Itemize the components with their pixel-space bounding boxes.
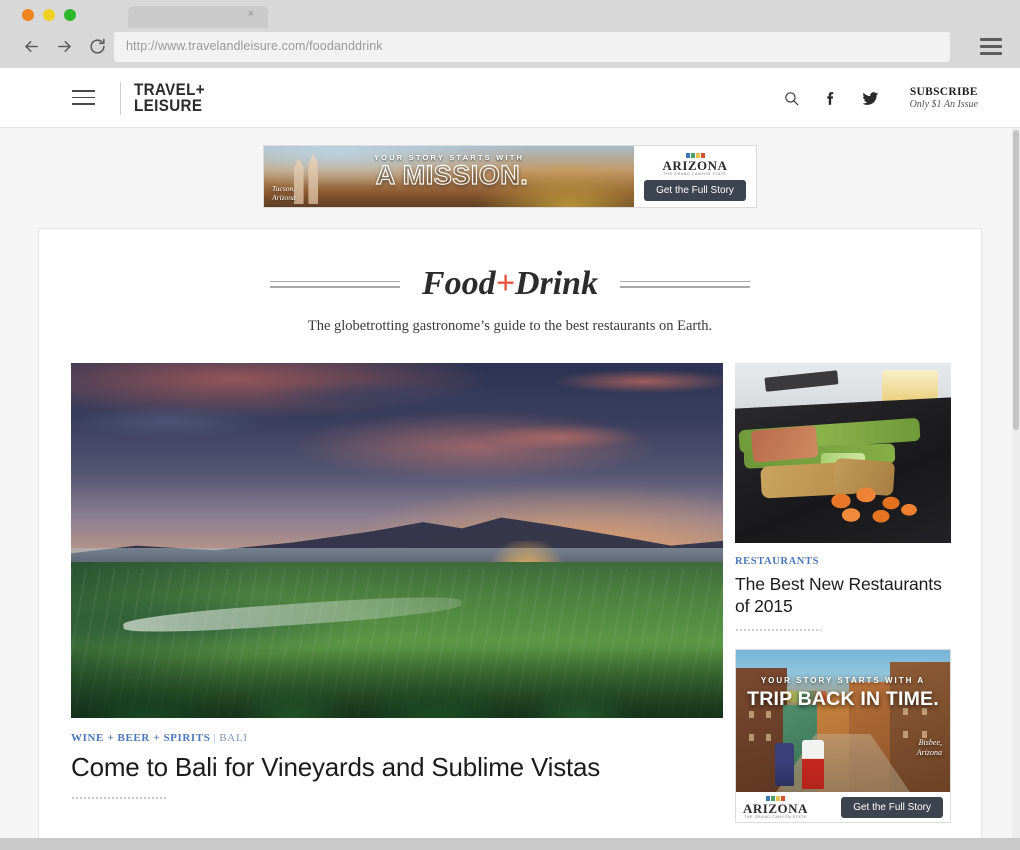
forward-arrow-icon[interactable] [55,37,74,56]
page-scrollbar[interactable] [1012,128,1020,850]
browser-tab[interactable]: × [128,6,268,28]
sidebar-arizona-wordmark: ARIZONA [743,800,808,816]
window-controls [22,9,76,21]
main-column: WINE + BEER + SPIRITS | BALI Come to Bali … [71,363,723,823]
page-title-plus: + [495,265,515,302]
ad-person-2 [802,739,824,789]
subscribe-title: SUBSCRIBE [909,86,978,98]
section-title-row: Food+Drink [39,265,981,303]
sidebar-ad-location-line-2: Arizona [916,748,942,758]
hero-clouds [71,363,723,548]
sidebar-ad-bar: ARIZONA THE GRAND CANYON STATE Get the F… [736,792,950,823]
rule-right [620,280,751,288]
arizona-logo: ARIZONA THE GRAND CANYON STATE [662,152,728,176]
featured-story-image[interactable] [71,363,723,718]
featured-kicker-separator: | [213,732,217,744]
rule-left [269,280,400,288]
leaderboard-ad[interactable]: YOUR STORY STARTS WITH A MISSION. Tucson… [263,145,757,208]
ad-location-line-2: Arizona [272,193,296,202]
sidebar-ad-headline: TRIP BACK IN TIME. [747,688,939,711]
sidebar-column: RESTAURANTS The Best New Restaurants of … [735,363,951,824]
sidebar-dotted-rule [735,629,821,632]
sidebar-image-carrots [821,485,921,525]
sidebar-ad-image: YOUR STORY STARTS WITH A TRIP BACK IN TI… [736,650,950,795]
sidebar-arizona-tagline: THE GRAND CANYON STATE [744,814,807,819]
sidebar-ad[interactable]: YOUR STORY STARTS WITH A TRIP BACK IN TI… [735,649,951,824]
sidebar-image-prosciutto [750,425,819,463]
nav-buttons [22,37,107,56]
leaderboard-ad-image: YOUR STORY STARTS WITH A MISSION. Tucson… [264,146,634,207]
tab-strip: × [0,0,1020,28]
page-body: YOUR STORY STARTS WITH A MISSION. Tucson… [0,128,1020,850]
featured-kicker-location[interactable]: BALI [219,732,247,744]
featured-headline[interactable]: Come to Bali for Vineyards and Sublime V… [71,752,723,783]
featured-kicker-category[interactable]: WINE + BEER + SPIRITS [71,732,210,744]
arizona-tagline: THE GRAND CANYON STATE [663,171,727,176]
minimize-window-button[interactable] [43,9,55,21]
featured-kicker: WINE + BEER + SPIRITS | BALI [71,732,723,744]
site-header: TRAVEL+ LEISURE SUBSCRIBE Only $1 An Iss… [0,68,1020,128]
featured-dotted-rule [71,796,167,799]
logo-line-2: LEISURE [134,96,203,115]
url-text: http://www.travelandleisure.com/foodandd… [126,39,383,53]
ad-location-line-1: Tucson, [272,184,296,193]
scrollbar-thumb[interactable] [1013,130,1019,430]
reload-icon[interactable] [88,37,107,56]
ad-person-1 [774,742,794,786]
maximize-window-button[interactable] [64,9,76,21]
tab-close-icon[interactable]: × [248,9,254,20]
header-divider [120,82,121,115]
page-subtitle: The globetrotting gastronome’s guide to … [307,318,713,334]
site-menu-icon[interactable] [72,90,95,105]
page-title: Food+Drink [422,265,598,303]
sidebar-ad-tagline: YOUR STORY STARTS WITH A [760,676,926,686]
navigation-bar: http://www.travelandleisure.com/foodandd… [0,28,1020,68]
content-card: Food+Drink The globetrotting gastronome’… [38,228,982,850]
arizona-wordmark: ARIZONA [662,157,728,173]
twitter-icon[interactable] [861,89,880,108]
search-icon[interactable] [783,90,800,107]
subscribe-subtitle: Only $1 An Issue [909,99,978,110]
browser-chrome: × http://www.travelandleisure.com/foodan… [0,0,1020,68]
sidebar-ad-location-line-1: Bisbee, [918,738,942,748]
site-logo[interactable]: TRAVEL+ LEISURE [134,82,205,115]
sidebar-kicker[interactable]: RESTAURANTS [735,556,951,567]
back-arrow-icon[interactable] [22,37,41,56]
leaderboard-ad-panel: ARIZONA THE GRAND CANYON STATE Get the F… [634,146,756,207]
browser-menu-icon[interactable] [980,38,1002,55]
facebook-icon[interactable] [822,90,839,107]
leaderboard-ad-headline: A MISSION. [375,159,529,190]
leaderboard-ad-cta-button[interactable]: Get the Full Story [644,179,746,201]
content-grid: WINE + BEER + SPIRITS | BALI Come to Bali … [39,363,981,824]
sidebar-arizona-logo: ARIZONA THE GRAND CANYON STATE [743,795,808,819]
leaderboard-ad-location: Tucson, Arizona [272,184,296,202]
window-bottom-bar [0,838,1020,850]
page-title-part-1: Food [421,265,496,302]
close-window-button[interactable] [22,9,34,21]
sidebar-ad-location: Bisbee, Arizona [917,738,942,758]
hero-foliage [71,654,723,718]
page-title-part-2: Drink [514,265,599,302]
header-actions: SUBSCRIBE Only $1 An Issue [783,86,978,110]
arizona-logo-dots-icon [663,152,728,158]
sidebar-ad-cta-button[interactable]: Get the Full Story [841,796,943,818]
subscribe-link[interactable]: SUBSCRIBE Only $1 An Issue [910,86,978,110]
address-bar[interactable]: http://www.travelandleisure.com/foodandd… [114,32,950,62]
sidebar-headline[interactable]: The Best New Restaurants of 2015 [735,574,951,617]
sidebar-story-image[interactable] [735,363,951,543]
